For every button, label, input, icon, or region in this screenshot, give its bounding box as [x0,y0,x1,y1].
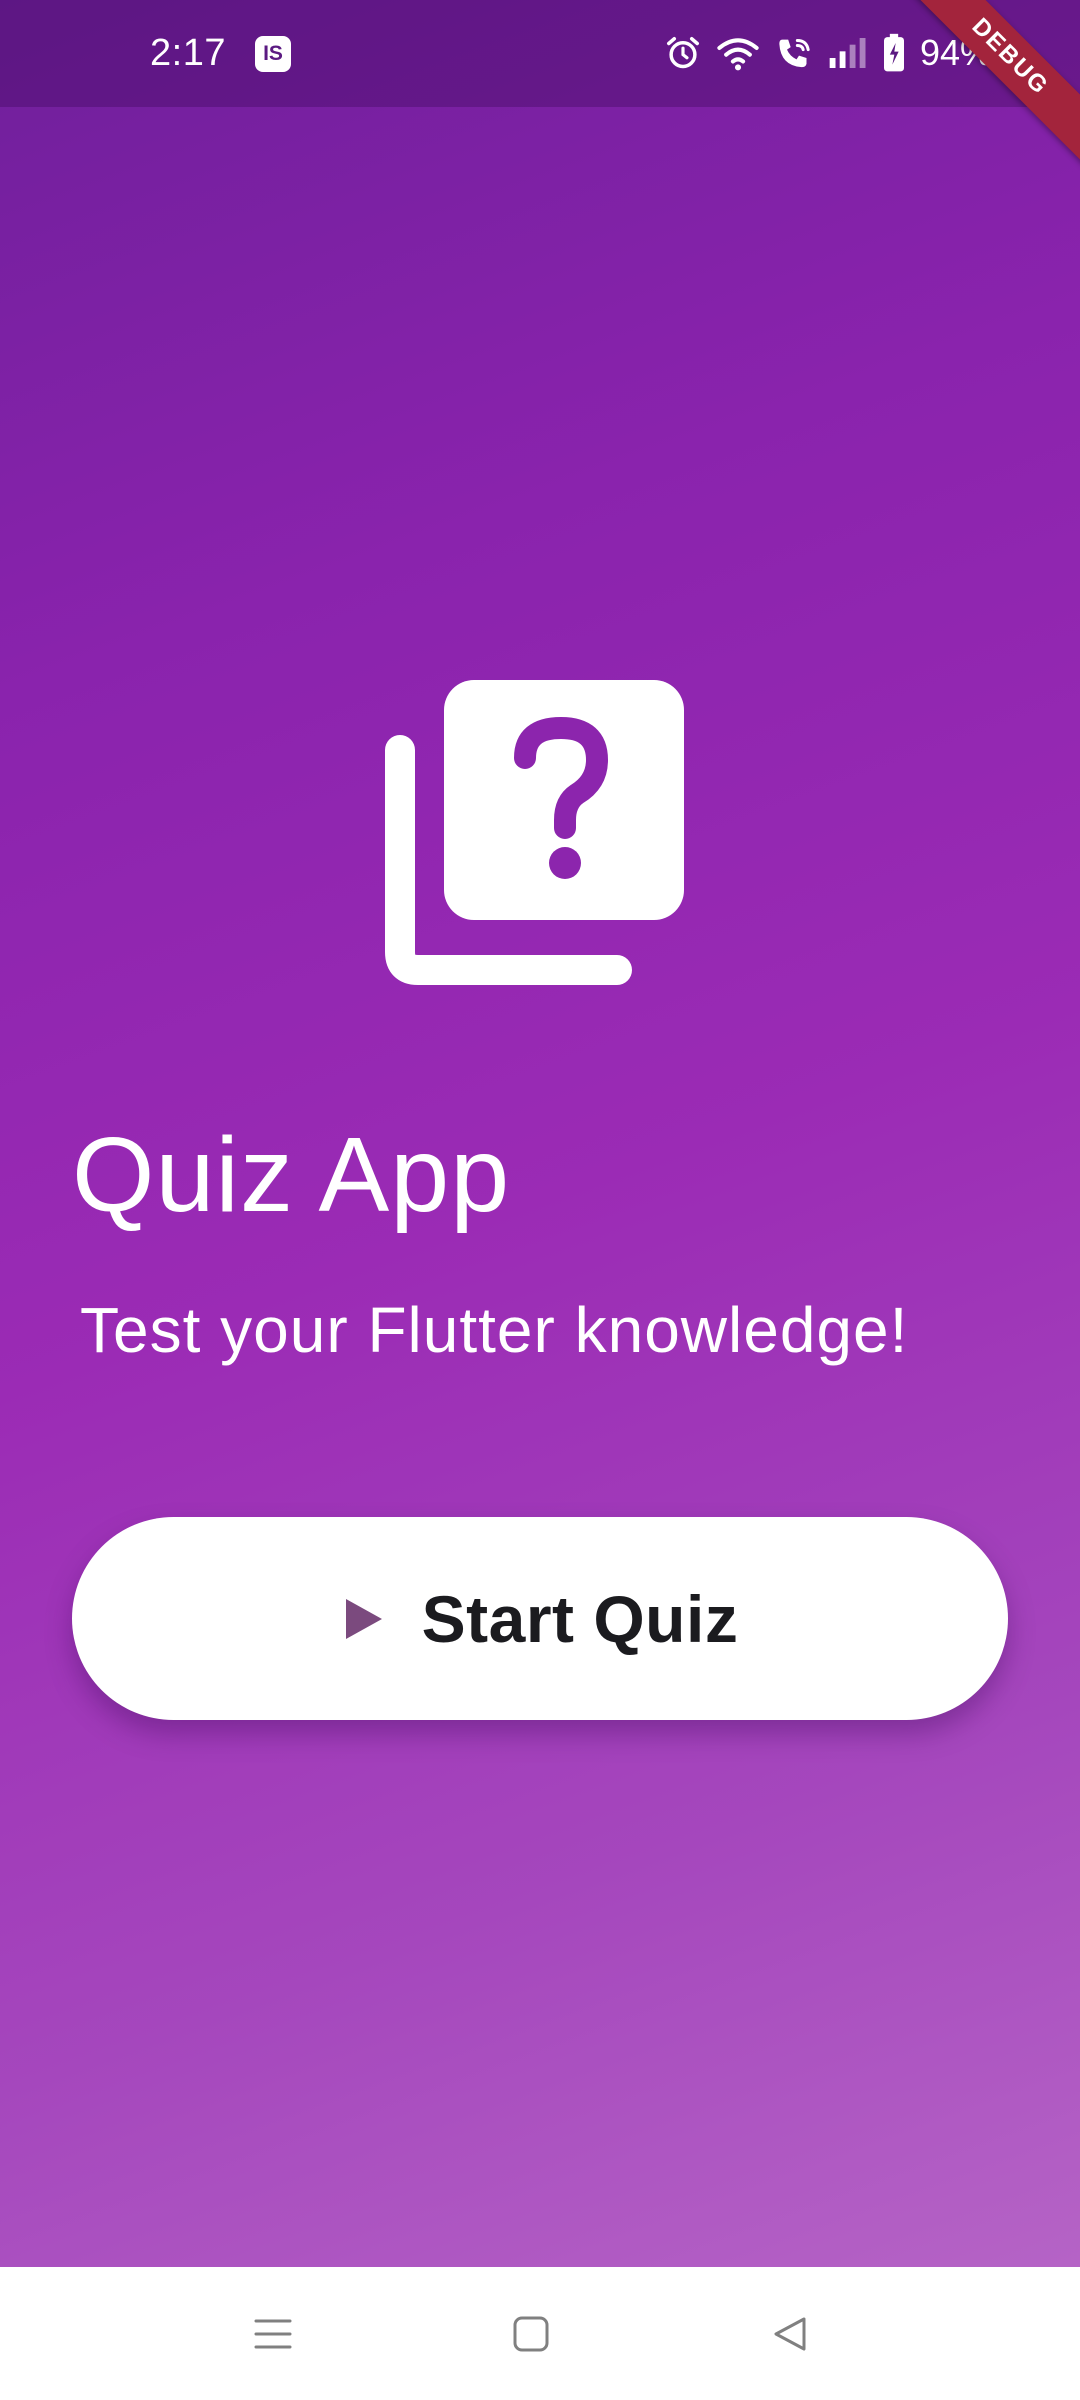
quiz-home-screen: 2:17 IS 94% DEBUG Quiz App Test your Flu… [0,0,1080,2400]
wifi-icon [717,38,759,71]
notification-badge: IS [255,36,291,72]
recent-apps-button[interactable] [238,2299,308,2369]
status-icons: 94% [664,28,992,78]
system-nav-bar [0,2267,1080,2400]
battery-charging-icon [883,33,904,72]
signal-icon [829,38,866,68]
quiz-icon [385,680,684,985]
wifi-call-icon [779,39,810,68]
play-icon [345,1598,382,1639]
start-quiz-button[interactable]: Start Quiz [72,1517,1008,1720]
back-icon [774,2317,806,2351]
status-time: 2:17 [150,32,226,74]
app-subtitle: Test your Flutter knowledge! [80,1294,909,1366]
home-icon [513,2316,549,2352]
alarm-icon [666,37,699,69]
app-title: Quiz App [72,1116,511,1234]
home-button[interactable] [496,2299,566,2369]
status-bar: 2:17 IS 94% [0,0,1080,107]
back-button[interactable] [755,2299,825,2369]
menu-icon [254,2319,292,2349]
start-quiz-label: Start Quiz [421,1581,739,1656]
